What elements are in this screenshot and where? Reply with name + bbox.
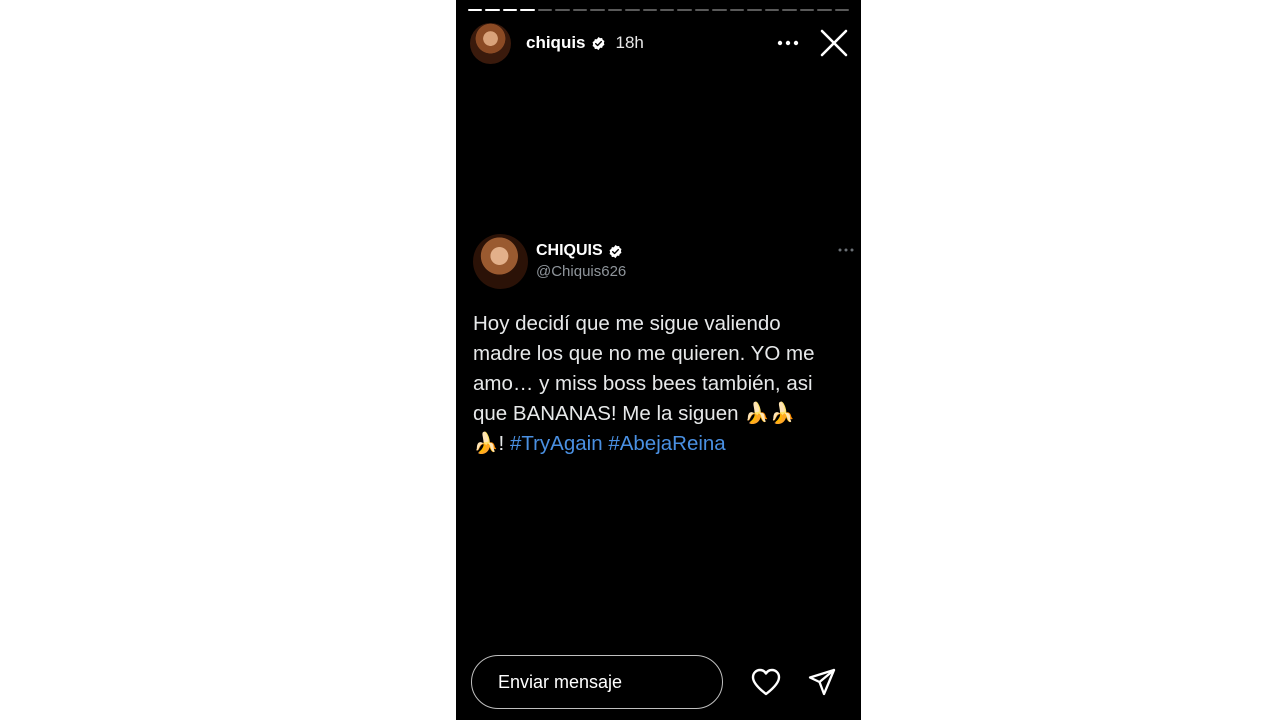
progress-segment <box>729 9 745 11</box>
banana-emoji: 🍌 <box>744 402 770 425</box>
progress-segment <box>782 9 797 11</box>
progress-segment <box>834 9 849 11</box>
tweet-header: CHIQUIS @Chiquis626 <box>473 233 855 289</box>
progress-segment <box>712 9 727 11</box>
like-button[interactable] <box>750 666 782 698</box>
heart-icon <box>751 668 781 696</box>
banana-emoji: 🍌 <box>769 402 796 425</box>
progress-segment <box>642 9 657 11</box>
story-footer <box>471 654 846 710</box>
hashtag-link[interactable]: #TryAgain <box>510 432 603 455</box>
progress-segment <box>537 9 553 11</box>
story-header: chiquis 18h <box>470 22 849 64</box>
progress-segment <box>694 9 710 11</box>
progress-segment <box>764 9 780 11</box>
progress-segment <box>607 9 623 11</box>
progress-segment <box>590 9 605 11</box>
progress-segment <box>502 9 518 11</box>
progress-segment <box>747 9 762 11</box>
username[interactable]: chiquis <box>526 33 586 53</box>
tweet-card: CHIQUIS @Chiquis626 Hoy decidí que me si… <box>473 233 855 459</box>
tweet-text-line: amo… y miss boss bees también, asi <box>473 372 813 395</box>
hashtag-link[interactable]: #AbejaReina <box>608 432 725 455</box>
more-options-button[interactable] <box>773 28 803 58</box>
close-icon <box>820 29 848 57</box>
more-dots-icon <box>777 40 799 46</box>
progress-segment <box>799 9 815 11</box>
progress-segment <box>468 9 483 11</box>
verified-badge-icon <box>608 244 623 259</box>
story-progress-bar <box>468 9 849 12</box>
more-dots-icon <box>838 248 854 252</box>
progress-segment <box>659 9 675 11</box>
tweet-name-row: CHIQUIS <box>536 242 626 260</box>
verified-badge-icon <box>591 36 606 51</box>
progress-segment <box>520 9 535 11</box>
tweet-text: Hoy decidí que me sigue valiendo madre l… <box>473 309 845 459</box>
story-viewer: chiquis 18h CHIQUIS @Chiquis626 Hoy deci… <box>456 0 861 720</box>
banana-emoji: 🍌 <box>473 432 499 455</box>
message-input[interactable] <box>471 655 723 709</box>
story-timestamp: 18h <box>615 33 644 52</box>
tweet-text-line: madre los que no me quieren. YO me <box>473 342 815 365</box>
tweet-author: CHIQUIS @Chiquis626 <box>536 242 626 280</box>
progress-segment <box>677 9 692 11</box>
tweet-handle: @Chiquis626 <box>536 263 627 280</box>
progress-segment <box>625 9 640 11</box>
tweet-text-line: que BANANAS! Me la siguen <box>473 402 745 425</box>
progress-segment <box>555 9 570 11</box>
profile-avatar[interactable] <box>470 22 511 64</box>
tweet-text-exclaim: ! <box>498 432 505 455</box>
progress-segment <box>572 9 588 11</box>
tweet-more-button <box>836 243 856 257</box>
send-button[interactable] <box>806 666 838 698</box>
send-icon <box>808 668 836 696</box>
progress-segment <box>485 9 500 11</box>
tweet-display-name: CHIQUIS <box>536 242 603 259</box>
progress-segment <box>817 9 832 11</box>
tweet-avatar <box>473 233 528 289</box>
tweet-text-line: Hoy decidí que me sigue valiendo <box>473 312 781 335</box>
close-button[interactable] <box>819 28 849 58</box>
